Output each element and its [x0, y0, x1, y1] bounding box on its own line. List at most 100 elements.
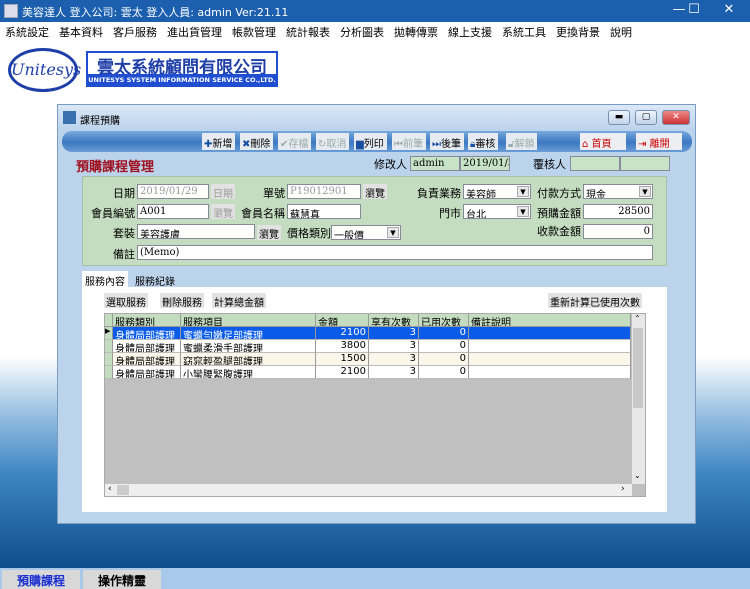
cell-item: 窈窕輕盈腿部護理 [181, 353, 316, 366]
cell-item: 小蠻腰緊腹護理 [181, 366, 316, 379]
exit-button[interactable]: ⇥ 離開 [636, 133, 682, 150]
menu-customer-service[interactable]: 客戶服務 [108, 22, 162, 40]
cell-used: 0 [419, 340, 469, 353]
window-minimize-button[interactable]: ▬ [608, 110, 630, 125]
store-select[interactable]: 台北 ▼ [463, 204, 531, 219]
add-button[interactable]: ✚新增 [202, 133, 236, 150]
scroll-down-icon[interactable]: ⌄ [634, 471, 641, 480]
window-maximize-button[interactable]: ▢ [635, 110, 657, 125]
printer-icon: ▆ [356, 139, 364, 150]
date-field[interactable]: 2019/01/29 [137, 184, 209, 199]
member-name-field[interactable]: 蘇慧真 [287, 204, 361, 219]
next-record-button[interactable]: ⏭後筆 [430, 133, 464, 150]
member-id-field[interactable]: A001 [137, 204, 209, 219]
price-type-select[interactable]: 一般價 ▼ [331, 225, 401, 240]
auditor-field [570, 156, 620, 171]
save-button[interactable]: ✔存檔 [278, 133, 312, 150]
price-type-value: 一般價 [334, 231, 364, 240]
received-amount-label: 收款金額 [537, 225, 581, 238]
prepay-amount-field[interactable]: 28500 [583, 204, 653, 219]
col-header-entitled[interactable]: 享有次數 [369, 314, 419, 327]
vertical-scroll-thumb[interactable] [633, 328, 643, 408]
col-header-category[interactable]: 服務類別 [113, 314, 181, 327]
cell-entitled: 3 [369, 353, 419, 366]
tab-service-content[interactable]: 服務內容 [82, 271, 128, 288]
next-icon: ⏭ [432, 139, 441, 150]
audit-date-field [620, 156, 670, 171]
print-button[interactable]: ▆列印 [354, 133, 387, 150]
auditor-label: 覆核人 [533, 158, 566, 171]
table-row[interactable]: 身體局部護理 蜜蠟柔滑手部護理 3800 3 0 [105, 340, 631, 353]
cell-used: 0 [419, 327, 469, 340]
order-no-field[interactable]: P19012901 [287, 184, 361, 199]
menu-change-background[interactable]: 更換背景 [551, 22, 605, 40]
scroll-left-icon[interactable]: ‹ [108, 484, 112, 494]
scroll-right-icon[interactable]: › [621, 484, 625, 494]
memo-field[interactable]: (Memo) [137, 245, 653, 260]
menu-vouchers[interactable]: 拋轉傳票 [389, 22, 443, 40]
recalc-used-button[interactable]: 重新計算已使用次數 [548, 293, 642, 309]
bottom-tab-prepurchase[interactable]: 預購課程 [2, 570, 80, 589]
maximize-button[interactable]: ☐ [679, 2, 709, 20]
menu-system-settings[interactable]: 系統設定 [0, 22, 54, 40]
col-header-notes[interactable]: 備註說明 [469, 314, 631, 327]
calc-total-button[interactable]: 計算總金額 [212, 293, 266, 309]
chevron-down-icon: ▼ [387, 227, 399, 238]
cell-amount: 1500 [316, 353, 369, 366]
modifier-label: 修改人 [374, 158, 407, 171]
menu-accounts[interactable]: 帳款管理 [227, 22, 281, 40]
package-field[interactable]: 美容護膚 [137, 224, 255, 239]
menu-system-tools[interactable]: 系統工具 [497, 22, 551, 40]
col-header-item[interactable]: 服務項目 [181, 314, 316, 327]
window-title: 課程預購 [80, 116, 120, 127]
menu-inventory[interactable]: 進出貨管理 [162, 22, 227, 40]
member-browse-button[interactable]: 瀏覽 [211, 204, 235, 220]
cell-entitled: 3 [369, 327, 419, 340]
remove-service-button[interactable]: 刪除服務 [160, 293, 204, 309]
payment-select[interactable]: 現金 ▼ [583, 184, 653, 199]
vertical-scrollbar[interactable]: ⌃ ⌄ [632, 314, 645, 484]
table-row[interactable]: 身體局部護理 窈窕輕盈腿部護理 1500 3 0 [105, 353, 631, 366]
horizontal-scroll-thumb[interactable] [117, 485, 129, 495]
audit-button[interactable]: 🔒︎審核 [468, 133, 499, 150]
store-label: 門市 [439, 207, 461, 220]
staff-label: 負責業務 [417, 187, 461, 200]
staff-select[interactable]: 美容師 ▼ [463, 184, 531, 199]
received-amount-field[interactable]: 0 [583, 224, 653, 239]
package-browse-button[interactable]: 瀏覽 [257, 225, 281, 241]
bottom-tab-wizard[interactable]: 操作精靈 [83, 570, 161, 589]
cell-category: 身體局部護理 [113, 327, 181, 340]
table-row[interactable]: 身體局部護理 小蠻腰緊腹護理 2100 3 0 [105, 366, 631, 379]
select-service-button[interactable]: 選取服務 [104, 293, 148, 309]
close-button[interactable]: ✕ [714, 2, 744, 20]
package-label: 套裝 [113, 227, 135, 240]
tab-service-records[interactable]: 服務紀錄 [132, 271, 178, 288]
col-header-amount[interactable]: 金額 [316, 314, 369, 327]
menu-reports[interactable]: 統計報表 [281, 22, 335, 40]
prev-record-button[interactable]: ⏮前筆 [392, 133, 426, 150]
unlock-button[interactable]: 🔓︎解鎖 [506, 133, 538, 150]
order-browse-button[interactable]: 瀏覽 [363, 184, 387, 200]
order-form: 日期 2019/01/29 日期 單號 P19012901 瀏覽 負責業務 美容… [82, 176, 667, 266]
prepay-amount-label: 預購金額 [537, 207, 581, 220]
page-title: 預購課程管理 [76, 160, 155, 175]
window-close-button[interactable]: ✕ [662, 110, 690, 125]
unlock-label: 解鎖 [514, 139, 535, 150]
cell-item: 蜜蠟柔滑手部護理 [181, 340, 316, 353]
menu-help[interactable]: 說明 [605, 22, 637, 40]
date-picker-button[interactable]: 日期 [211, 184, 235, 200]
menu-online-support[interactable]: 線上支援 [443, 22, 497, 40]
menu-charts[interactable]: 分析圖表 [335, 22, 389, 40]
cancel-button[interactable]: ↻取消 [316, 133, 350, 150]
exit-icon: ⇥ [638, 139, 647, 150]
chevron-down-icon: ▼ [517, 186, 529, 197]
table-row[interactable]: ▶ 身體局部護理 蜜蠟勻嫩足部護理 2100 3 0 [105, 327, 631, 340]
delete-button[interactable]: ✖刪除 [240, 133, 274, 150]
home-button[interactable]: ⌂ 首頁 [580, 133, 626, 150]
scroll-up-icon[interactable]: ⌃ [634, 314, 641, 323]
menu-basic-data[interactable]: 基本資料 [54, 22, 108, 40]
horizontal-scrollbar[interactable]: ‹ › [105, 484, 632, 496]
grid-header: 服務類別 服務項目 金額 享有次數 已用次數 備註說明 [105, 314, 631, 327]
col-header-used[interactable]: 已用次數 [419, 314, 469, 327]
cell-notes [469, 366, 631, 379]
